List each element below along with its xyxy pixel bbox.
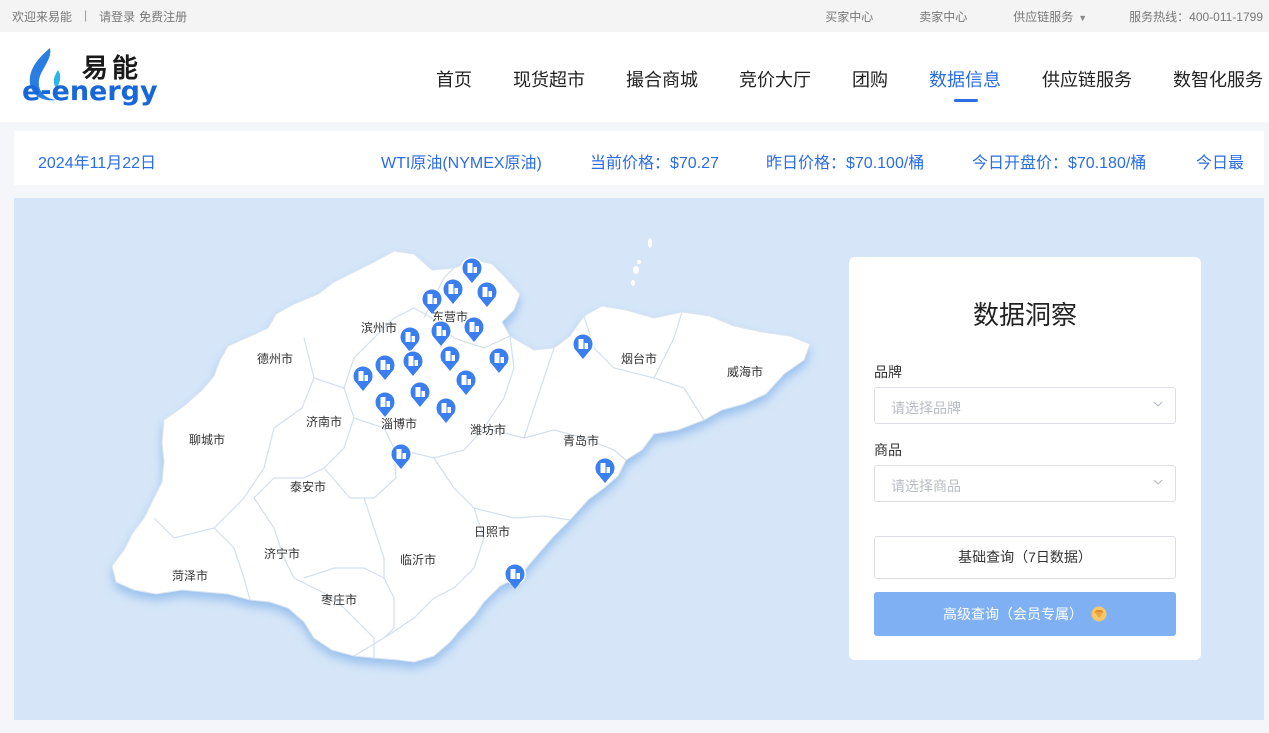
city-label: 济宁市: [264, 546, 300, 561]
supply-chain-label: 供应链服务: [1013, 10, 1074, 24]
chevron-down-icon: [1153, 401, 1163, 407]
city-label: 聊城市: [189, 432, 225, 447]
data-insight-card: 数据洞察 品牌 请选择品牌 商品 请选择商品 基础查询（7日数据） 高级查询（会…: [849, 257, 1201, 660]
city-label: 淄博市: [381, 416, 417, 431]
advanced-query-button[interactable]: 高级查询（会员专属）: [874, 592, 1176, 636]
product-label: 商品: [874, 442, 902, 458]
supply-chain-dropdown[interactable]: 供应链服务 ▼: [1013, 8, 1087, 25]
login-link[interactable]: 请登录: [99, 8, 135, 25]
buyer-center-link[interactable]: 买家中心: [825, 8, 873, 25]
islands: [631, 238, 652, 286]
ticker-open-price: 今日开盘价：$70.180/桶: [972, 155, 1147, 172]
ticker-product[interactable]: WTI原油(NYMEX原油): [381, 149, 542, 173]
ticker-date: 2024年11月22日: [38, 155, 157, 172]
site-header: 易能 e-energy 首页 现货超市 撮合商城 竞价大厅 团购 数据信息 供应…: [0, 32, 1269, 122]
city-label: 日照市: [474, 524, 510, 539]
city-label: 泰安市: [290, 479, 326, 494]
brand-label: 品牌: [874, 364, 902, 380]
nav-supply-chain[interactable]: 供应链服务: [1042, 66, 1132, 92]
ticker-more: 今日最: [1196, 155, 1245, 172]
nav-spot-market[interactable]: 现货超市: [513, 66, 585, 92]
nav-data-info[interactable]: 数据信息: [929, 66, 1001, 102]
product-select[interactable]: 请选择商品: [874, 465, 1176, 502]
city-label: 德州市: [257, 351, 293, 366]
city-label: 枣庄市: [321, 592, 357, 607]
price-ticker: 2024年11月22日 WTI原油(NYMEX原油) 当前价格：$70.27 昨…: [14, 131, 1264, 185]
logo[interactable]: 易能 e-energy: [22, 40, 202, 110]
brand-placeholder: 请选择品牌: [891, 400, 961, 416]
city-label: 青岛市: [563, 433, 599, 448]
main-nav: 首页 现货超市 撮合商城 竞价大厅 团购 数据信息 供应链服务 数智化服务: [395, 66, 1263, 102]
topbar-left: 欢迎来易能 | 请登录 免费注册: [12, 8, 187, 25]
ticker-current-price: 当前价格：$70.27: [590, 155, 719, 172]
city-label: 烟台市: [621, 351, 657, 366]
advanced-query-label: 高级查询（会员专属）: [943, 606, 1083, 622]
nav-group-buy[interactable]: 团购: [852, 66, 888, 92]
seller-center-link[interactable]: 卖家中心: [919, 8, 967, 25]
nav-home[interactable]: 首页: [436, 66, 472, 92]
top-utility-bar: 欢迎来易能 | 请登录 免费注册 买家中心 卖家中心 供应链服务 ▼ 服务热线：4…: [0, 0, 1269, 32]
brand-select[interactable]: 请选择品牌: [874, 387, 1176, 424]
nav-digital-service[interactable]: 数智化服务: [1173, 66, 1263, 92]
city-label: 济南市: [306, 414, 342, 429]
hotline-text: 服务热线：400-011-1799: [1129, 10, 1263, 24]
city-label: 临沂市: [400, 552, 436, 567]
factory-pin-icon[interactable]: [504, 563, 526, 589]
city-label: 威海市: [727, 364, 763, 379]
product-placeholder: 请选择商品: [891, 478, 961, 494]
city-label: 滨州市: [361, 320, 397, 335]
welcome-text: 欢迎来易能: [12, 10, 73, 24]
nav-bidding-hall[interactable]: 竞价大厅: [739, 66, 811, 92]
caret-down-icon: ▼: [1078, 13, 1088, 23]
card-title: 数据洞察: [972, 300, 1077, 330]
logo-en-text: e-energy: [22, 76, 158, 107]
nav-matching-mall[interactable]: 撮合商城: [626, 66, 698, 92]
register-link[interactable]: 免费注册: [139, 8, 187, 25]
basic-query-button[interactable]: 基础查询（7日数据）: [874, 536, 1176, 579]
city-label: 菏泽市: [172, 568, 208, 583]
topbar-separator: |: [84, 8, 88, 22]
city-label: 潍坊市: [470, 422, 506, 437]
topbar-right: 买家中心 卖家中心 供应链服务 ▼ 服务热线：400-011-1799: [791, 8, 1263, 25]
ticker-yesterday-price: 昨日价格：$70.100/桶: [766, 155, 925, 172]
chevron-down-icon: [1153, 479, 1163, 485]
vip-diamond-icon: [1091, 606, 1107, 622]
